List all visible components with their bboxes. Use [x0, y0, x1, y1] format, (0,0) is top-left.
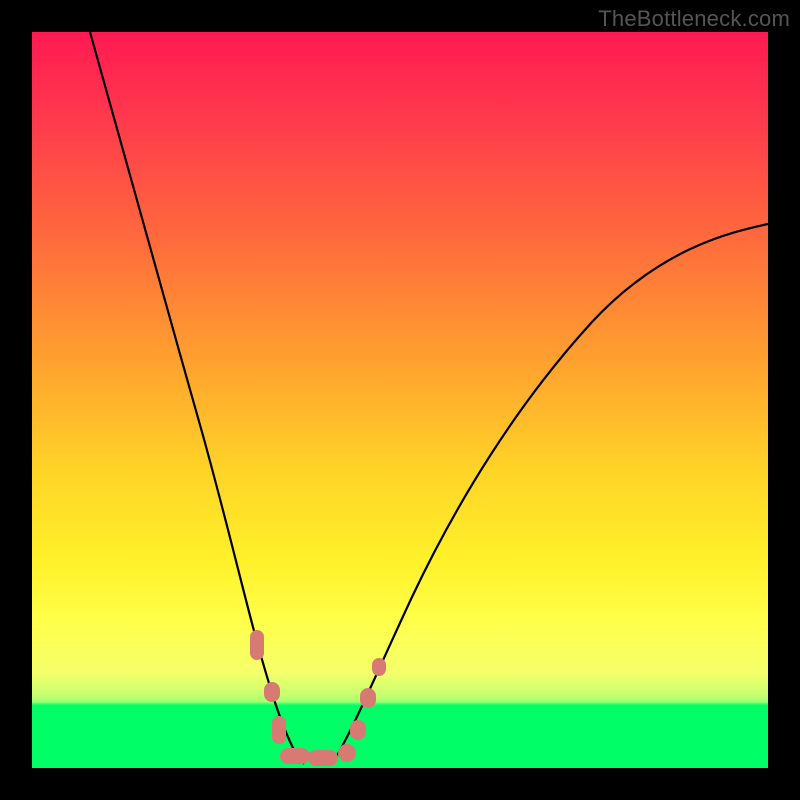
marker-right-2	[350, 720, 366, 740]
marker-bottom-2	[308, 750, 338, 766]
marker-right-1	[338, 744, 356, 762]
curve-left-branch	[90, 32, 304, 764]
marker-left-lower	[272, 716, 286, 744]
plot-area	[32, 32, 768, 768]
watermark-text: TheBottleneck.com	[598, 6, 790, 32]
outer-frame: TheBottleneck.com	[0, 0, 800, 800]
marker-bottom-1	[280, 748, 310, 764]
marker-left-mid	[264, 682, 280, 702]
marker-right-3	[360, 688, 376, 708]
curve-right-branch	[332, 224, 768, 764]
bottleneck-curve	[32, 32, 768, 768]
marker-right-4	[372, 658, 386, 676]
marker-left-upper	[250, 630, 264, 660]
